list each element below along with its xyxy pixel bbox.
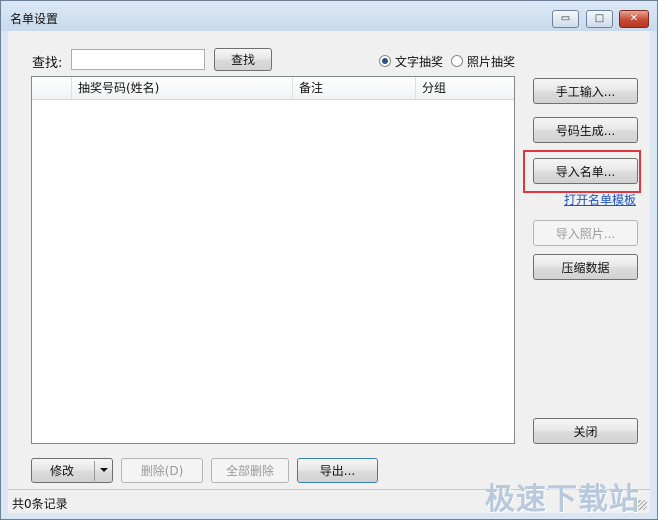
import-list-button[interactable]: 导入名单... [533, 158, 638, 184]
search-label: 查找: [32, 56, 63, 71]
radio-text-draw[interactable] [379, 55, 391, 67]
record-count: 共0条记录 [12, 497, 68, 511]
compress-data-button[interactable]: 压缩数据 [533, 254, 638, 280]
radio-photo-draw[interactable] [451, 55, 463, 67]
column-header-select[interactable] [32, 77, 72, 99]
window-title: 名单设置 [10, 12, 59, 26]
chevron-down-icon[interactable] [100, 468, 108, 472]
open-template-link[interactable]: 打开名单模板 [564, 191, 636, 208]
radio-photo-draw-label: 照片抽奖 [467, 55, 516, 69]
watermark-logo: 极速下载站 [485, 482, 640, 517]
delete-button[interactable]: 删除(D) [121, 458, 203, 483]
close-window-button[interactable]: ✕ [619, 10, 649, 28]
generate-numbers-button[interactable]: 号码生成... [533, 117, 638, 143]
delete-all-button[interactable]: 全部删除 [211, 458, 289, 483]
maximize-button[interactable]: □ [586, 10, 613, 28]
export-button[interactable]: 导出... [297, 458, 378, 483]
search-button[interactable]: 查找 [214, 48, 272, 71]
radio-text-draw-label: 文字抽奖 [395, 55, 444, 69]
names-list[interactable]: 抽奖号码(姓名) 备注 分组 [31, 76, 515, 444]
column-header-group[interactable]: 分组 [416, 77, 514, 99]
radio-selected-dot [382, 58, 388, 64]
column-header-remark[interactable]: 备注 [293, 77, 416, 99]
dialog-window: 名单设置 ▭ □ ✕ 查找: 查找 文字抽奖 照片抽奖 抽奖号码(姓名) 备注 … [0, 0, 658, 520]
search-input[interactable] [71, 49, 205, 70]
dropdown-split-line [94, 461, 95, 481]
column-header-number[interactable]: 抽奖号码(姓名) [72, 77, 293, 99]
list-header: 抽奖号码(姓名) 备注 分组 [32, 77, 514, 100]
close-button[interactable]: 关闭 [533, 418, 638, 444]
import-photos-button[interactable]: 导入照片... [533, 220, 638, 246]
minimize-button[interactable]: ▭ [552, 10, 579, 28]
title-bar[interactable]: 名单设置 ▭ □ ✕ [1, 1, 657, 31]
manual-input-button[interactable]: 手工输入... [533, 78, 638, 104]
modify-label: 修改 [50, 464, 75, 478]
